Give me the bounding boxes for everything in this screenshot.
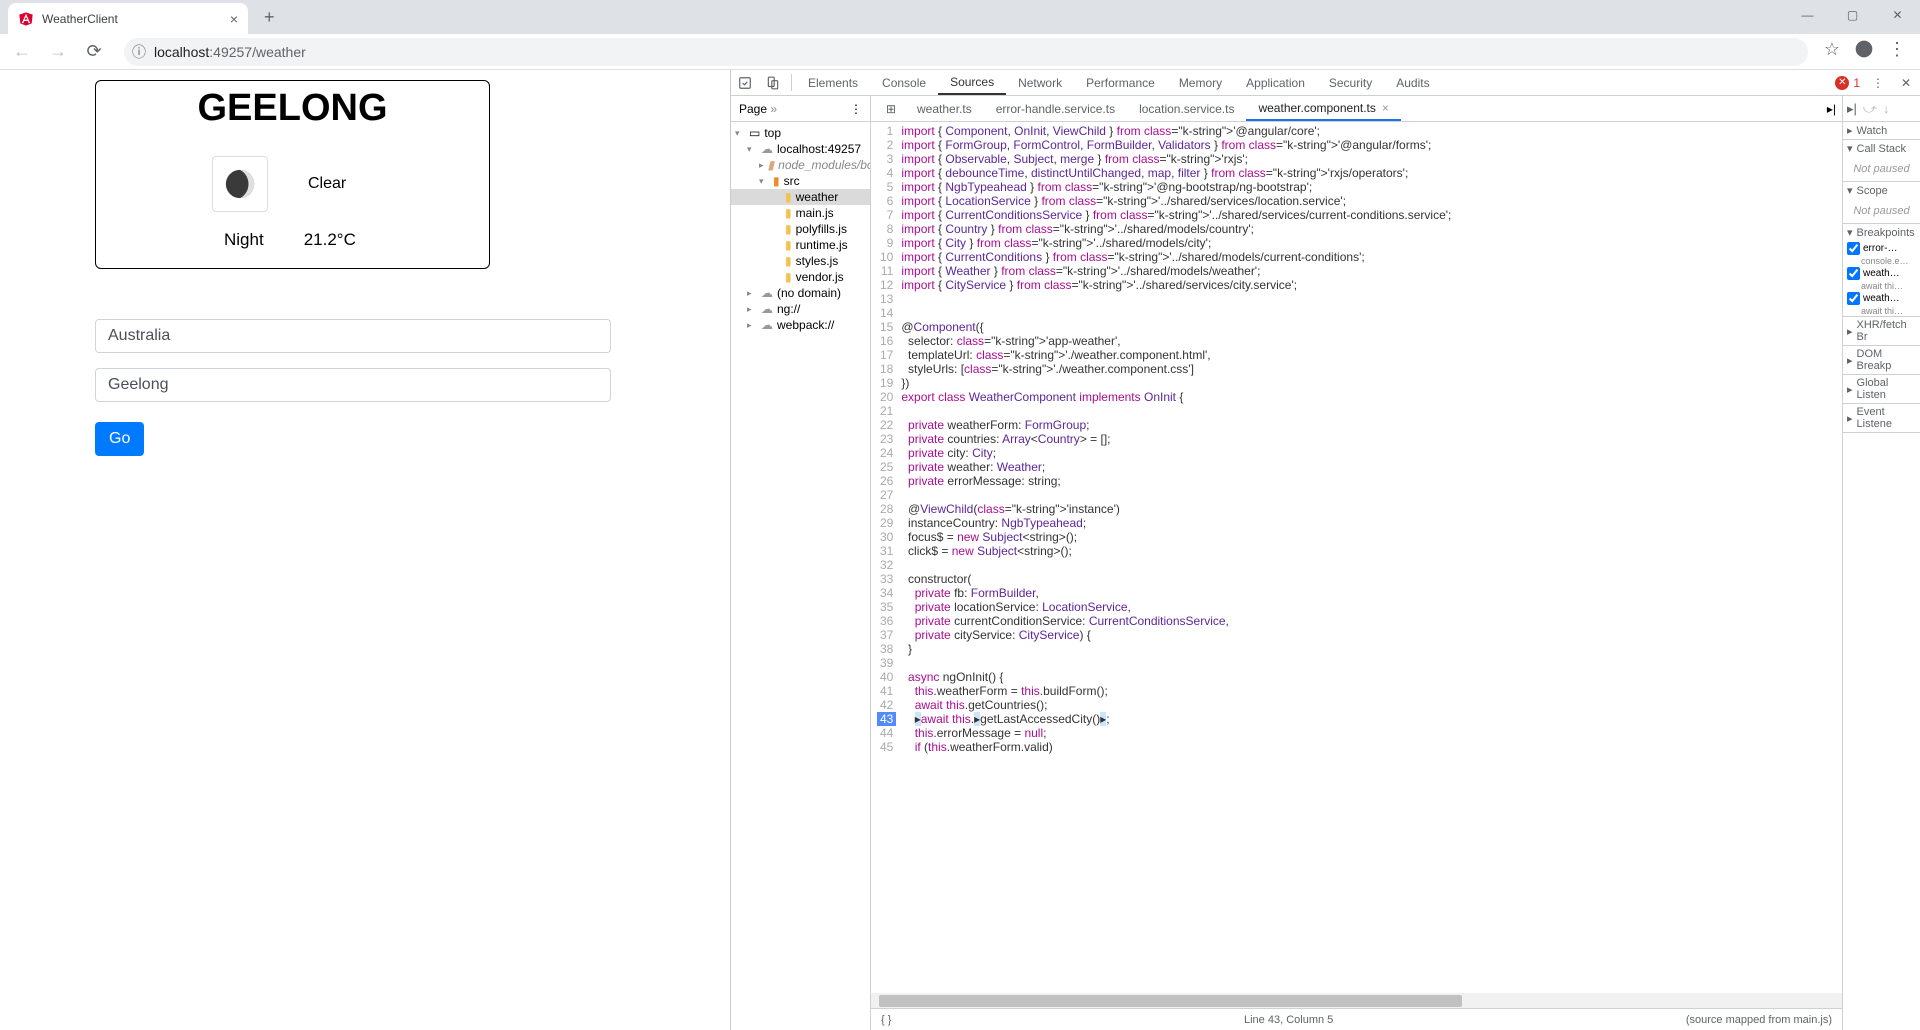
breakpoint-item[interactable]: weath… xyxy=(1843,266,1920,281)
tree-item[interactable]: ▾▮src xyxy=(731,173,870,189)
cursor-position: Line 43, Column 5 xyxy=(1244,1014,1333,1026)
devtools-tab-network[interactable]: Network xyxy=(1006,70,1074,95)
breakpoint-item[interactable]: weath… xyxy=(1843,291,1920,306)
devtools-tab-console[interactable]: Console xyxy=(870,70,938,95)
temperature-text: 21.2°C xyxy=(304,230,356,250)
step-into-icon[interactable]: ↓ xyxy=(1883,101,1890,116)
breakpoint-checkbox[interactable] xyxy=(1847,267,1860,280)
browser-tabstrip: WeatherClient × + — ▢ ✕ xyxy=(0,0,1920,34)
tree-item[interactable]: ▮weather xyxy=(731,189,870,205)
tree-item[interactable]: ▮polyfills.js xyxy=(731,221,870,237)
angular-icon xyxy=(18,11,34,27)
close-window-button[interactable]: ✕ xyxy=(1875,0,1920,30)
tree-item[interactable]: ▸☁webpack:// xyxy=(731,317,870,333)
error-icon: ✕ xyxy=(1835,76,1849,90)
source-map-info: (source mapped from main.js) xyxy=(1686,1014,1832,1026)
file-tab[interactable]: location.service.ts xyxy=(1127,96,1246,121)
browser-tab[interactable]: WeatherClient × xyxy=(8,3,248,34)
weather-card: GEELONG Clear Night 21.2°C xyxy=(95,80,490,269)
tree-item[interactable]: ▮main.js xyxy=(731,205,870,221)
devtools-tab-audits[interactable]: Audits xyxy=(1384,70,1441,95)
tree-item[interactable]: ▸☁ng:// xyxy=(731,301,870,317)
scope-pane[interactable]: ▾ Scope xyxy=(1843,182,1920,199)
daypart-text: Night xyxy=(224,230,264,250)
tree-item[interactable]: ▾☁localhost:49257 xyxy=(731,141,870,157)
step-over-icon[interactable]: ⤻ xyxy=(1863,101,1877,117)
event-listen-pane[interactable]: ▸ Event Listene xyxy=(1843,404,1920,432)
devtools-tab-elements[interactable]: Elements xyxy=(796,70,870,95)
more-icon[interactable]: ⋮ xyxy=(850,102,862,116)
address-bar[interactable]: ⓘ localhost:49257/weather xyxy=(124,38,1808,66)
breakpoints-pane[interactable]: ▾ Breakpoints xyxy=(1843,224,1920,241)
inspect-icon[interactable] xyxy=(731,70,759,95)
devtools-close-icon[interactable]: ✕ xyxy=(1892,70,1920,95)
code-nav-icon[interactable]: ⊞ xyxy=(877,96,905,121)
back-button[interactable]: ← xyxy=(8,38,36,66)
tree-item[interactable]: ▾▭top xyxy=(731,125,870,141)
dom-bp-pane[interactable]: ▸ DOM Breakp xyxy=(1843,346,1920,374)
file-tab[interactable]: weather.component.ts × xyxy=(1246,96,1400,121)
devtools-tab-sources[interactable]: Sources xyxy=(938,70,1006,95)
devtools-tab-security[interactable]: Security xyxy=(1317,70,1384,95)
close-icon[interactable]: × xyxy=(1382,101,1389,115)
device-icon[interactable] xyxy=(759,70,787,95)
tree-item[interactable]: ▮runtime.js xyxy=(731,237,870,253)
global-listen-pane[interactable]: ▸ Global Listen xyxy=(1843,375,1920,403)
file-tab[interactable]: error-handle.service.ts xyxy=(984,96,1127,121)
devtools-tab-application[interactable]: Application xyxy=(1234,70,1317,95)
city-input[interactable] xyxy=(95,368,611,402)
tab-title: WeatherClient xyxy=(42,12,222,26)
forward-button[interactable]: → xyxy=(44,38,72,66)
close-icon[interactable]: × xyxy=(230,11,238,27)
country-input[interactable] xyxy=(95,319,611,353)
go-button[interactable]: Go xyxy=(95,422,144,456)
callstack-pane[interactable]: ▾ Call Stack xyxy=(1843,140,1920,157)
new-tab-button[interactable]: + xyxy=(256,3,283,32)
page-content: GEELONG Clear Night 21.2°C Go xyxy=(0,70,730,1030)
file-tab[interactable]: weather.ts xyxy=(905,96,984,121)
breakpoint-item[interactable]: error-… xyxy=(1843,241,1920,256)
devtools-tab-memory[interactable]: Memory xyxy=(1167,70,1234,95)
profile-icon[interactable] xyxy=(1854,39,1874,64)
watch-pane[interactable]: ▸ Watch xyxy=(1843,122,1920,139)
devtools-tabs: ElementsConsoleSourcesNetworkPerformance… xyxy=(731,70,1920,96)
window-controls: — ▢ ✕ xyxy=(1785,0,1920,30)
bookmark-icon[interactable]: ☆ xyxy=(1824,39,1840,64)
breakpoint-checkbox[interactable] xyxy=(1847,292,1860,305)
condition-text: Clear xyxy=(308,175,346,193)
maximize-button[interactable]: ▢ xyxy=(1830,0,1875,30)
menu-icon[interactable]: ⋮ xyxy=(1888,39,1906,64)
sources-navigator: Page » ⋮ ▾▭top▾☁localhost:49257▸▮node_mo… xyxy=(731,96,871,1030)
tree-item[interactable]: ▸☁(no domain) xyxy=(731,285,870,301)
devtools-panel: ElementsConsoleSourcesNetworkPerformance… xyxy=(730,70,1920,1030)
minimize-button[interactable]: — xyxy=(1785,0,1830,30)
devtools-tab-performance[interactable]: Performance xyxy=(1074,70,1167,95)
error-indicator[interactable]: ✕ 1 xyxy=(1831,70,1864,95)
show-function-icon[interactable]: ▸| xyxy=(1827,102,1836,116)
tree-item[interactable]: ▮vendor.js xyxy=(731,269,870,285)
pretty-print-icon[interactable]: { } xyxy=(881,1014,891,1026)
browser-toolbar: ← → ⟳ ⓘ localhost:49257/weather ☆ ⋮ xyxy=(0,34,1920,70)
breakpoint-checkbox[interactable] xyxy=(1847,242,1860,255)
resume-icon[interactable]: ▸| xyxy=(1847,101,1857,117)
debugger-sidebar: ▸| ⤻ ↓ ▸ Watch ▾ Call Stack Not paused ▾… xyxy=(1842,96,1920,1030)
devtools-settings-icon[interactable]: ⋮ xyxy=(1864,70,1892,95)
page-dropdown[interactable]: Page » xyxy=(739,102,777,116)
moon-icon xyxy=(212,156,268,212)
tree-item[interactable]: ▮styles.js xyxy=(731,253,870,269)
reload-button[interactable]: ⟳ xyxy=(80,38,108,66)
tree-item[interactable]: ▸▮node_modules/bo xyxy=(731,157,870,173)
xhr-pane[interactable]: ▸ XHR/fetch Br xyxy=(1843,317,1920,345)
city-heading: GEELONG xyxy=(112,87,473,130)
info-icon: ⓘ xyxy=(132,42,146,62)
